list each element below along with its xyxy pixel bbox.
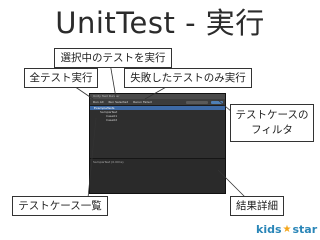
slide-title: UnitTest - 実行 <box>55 6 265 40</box>
test-tree-row[interactable]: Case02 <box>90 118 225 122</box>
run-selected-button[interactable]: Run Selected <box>107 100 129 104</box>
callout-run-all: 全テスト実行 <box>24 68 98 88</box>
kidsstar-logo: kids ★ star <box>256 222 317 236</box>
callout-result-details: 結果詳細 <box>230 196 284 216</box>
test-runner-window: Unity Test Runner Run All Run Selected R… <box>89 93 226 194</box>
logo-text-star: star <box>292 222 318 236</box>
rerun-failed-button[interactable]: Rerun Failed <box>132 100 153 104</box>
result-detail-pane: SampleTest (0.001s) <box>90 159 225 193</box>
run-all-button[interactable]: Run All <box>92 100 104 104</box>
test-case-list: ExampleTests SampleTest Case01 Case02 <box>90 106 225 158</box>
callout-run-failed: 失敗したテストのみ実行 <box>124 68 252 88</box>
logo-text-kids: kids <box>256 222 282 236</box>
callout-test-case-list: テストケース一覧 <box>12 196 108 216</box>
search-filter-input[interactable] <box>186 100 208 104</box>
result-filter-toggles[interactable] <box>211 100 223 104</box>
test-runner-toolbar: Run All Run Selected Rerun Failed <box>90 99 225 106</box>
star-icon: ★ <box>282 223 292 235</box>
callout-test-case-filter: テストケースの フィルタ <box>230 104 314 142</box>
callout-filter-line1: テストケースの <box>235 109 309 121</box>
callout-run-selected: 選択中のテストを実行 <box>54 48 172 68</box>
callout-filter-line2: フィルタ <box>251 124 293 136</box>
